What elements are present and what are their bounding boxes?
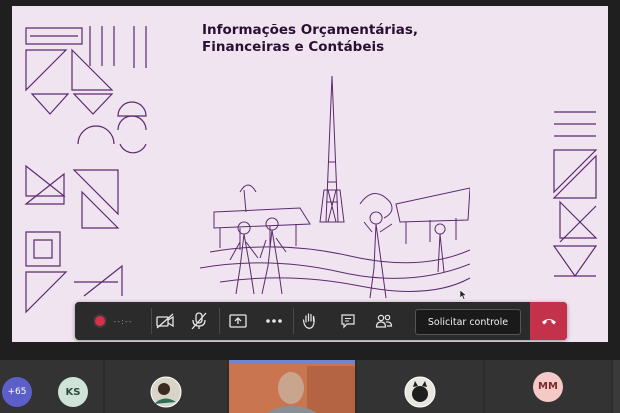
participant-tile[interactable]: +65 KS	[0, 360, 103, 413]
brasilia-sketch-illustration	[200, 75, 470, 299]
raise-hand-button[interactable]	[297, 302, 323, 340]
participant-tile[interactable]	[105, 360, 227, 413]
avatar-photo	[404, 376, 436, 407]
share-content-button[interactable]	[225, 302, 251, 340]
microphone-toggle-button[interactable]	[187, 302, 211, 340]
share-tray-icon	[229, 314, 247, 328]
request-control-button[interactable]: Solicitar controle	[415, 309, 521, 335]
camera-off-icon	[156, 313, 174, 329]
speaker-video-frame	[229, 360, 355, 413]
recording-dot-icon	[95, 316, 106, 326]
shared-slide: Informações Orçamentárias, Financeiras e…	[12, 6, 608, 342]
meeting-control-bar: --:-- Solicitar controle	[75, 302, 567, 340]
more-participants-count[interactable]: +65	[2, 377, 32, 407]
camera-toggle-button[interactable]	[153, 302, 177, 340]
speaking-indicator	[229, 360, 355, 364]
avatar-photo	[150, 376, 182, 407]
more-actions-button[interactable]	[261, 302, 287, 340]
phone-hangup-icon	[541, 319, 556, 325]
left-geometric-decoration	[24, 26, 147, 314]
hang-up-button[interactable]	[530, 302, 567, 340]
slide-title-line-1: Informações Orçamentárias,	[202, 22, 418, 38]
toolbar-separator	[293, 308, 294, 334]
mouse-pointer-icon	[460, 290, 468, 300]
slide-title-line-2: Financeiras e Contábeis	[202, 39, 385, 55]
show-conversation-button[interactable]	[335, 302, 361, 340]
participant-tile[interactable]	[357, 360, 483, 413]
avatar: KS	[58, 377, 88, 407]
toolbar-separator	[151, 308, 152, 334]
toolbar-separator	[219, 308, 220, 334]
more-dots-icon	[266, 319, 282, 323]
participant-tile[interactable]: MM	[485, 360, 611, 413]
show-participants-button[interactable]	[371, 302, 397, 340]
avatar: MM	[533, 371, 563, 402]
slide-title: Informações Orçamentárias, Financeiras e…	[202, 22, 418, 56]
participant-strip: +65 KS MM	[0, 360, 620, 413]
participant-tile-partial	[613, 360, 620, 413]
right-geometric-decoration	[552, 111, 598, 278]
chat-bubble-icon	[341, 314, 355, 329]
raise-hand-icon	[302, 313, 315, 329]
meeting-timer: --:--	[113, 316, 133, 326]
recording-indicator: --:--	[83, 302, 145, 340]
microphone-off-icon	[191, 312, 207, 330]
active-speaker-video[interactable]	[229, 360, 355, 413]
participants-icon	[375, 314, 393, 328]
